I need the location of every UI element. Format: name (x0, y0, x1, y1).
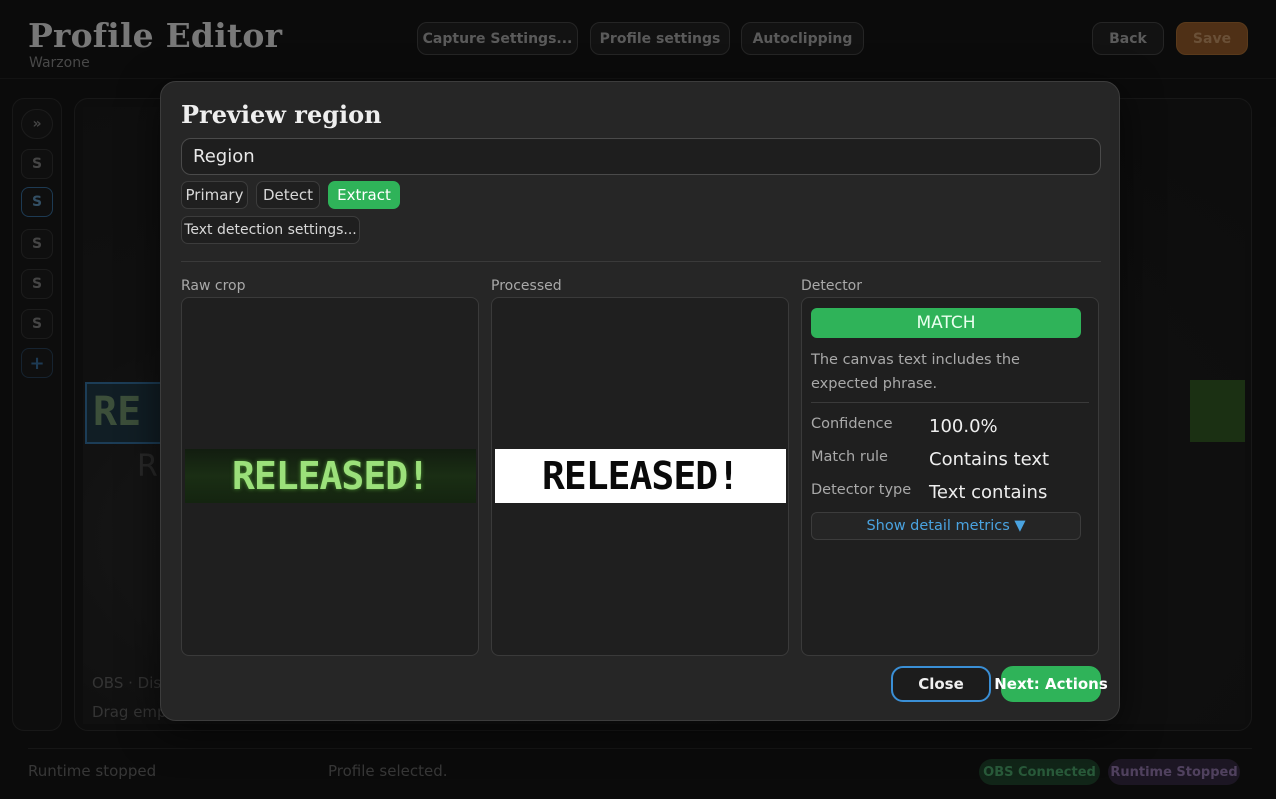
next-actions-button[interactable]: Next: Actions (994, 666, 1108, 702)
processed-image: RELEASED! (495, 449, 786, 503)
processed-label: Processed (491, 278, 562, 294)
show-detail-metrics-button[interactable]: Show detail metrics ▼ (811, 512, 1081, 540)
detector-type-label: Detector type (811, 482, 912, 498)
detector-description: The canvas text includes the expected ph… (811, 352, 1020, 392)
raw-crop-text: RELEASED! (232, 454, 430, 498)
tab-detect[interactable]: Detect (256, 181, 320, 209)
processed-text: RELEASED! (542, 454, 740, 498)
match-rule-label: Match rule (811, 449, 888, 465)
preview-region-dialog: Preview region Region Primary Detect Ext… (160, 81, 1120, 721)
dialog-title: Preview region (181, 100, 382, 129)
region-name-input[interactable]: Region (181, 138, 1101, 175)
confidence-label: Confidence (811, 416, 893, 432)
confidence-value: 100.0% (929, 416, 998, 437)
tab-primary[interactable]: Primary (181, 181, 248, 209)
detector-panel: MATCH The canvas text includes the expec… (801, 297, 1099, 656)
text-detection-settings-button[interactable]: Text detection settings... (181, 216, 360, 244)
match-rule-value: Contains text (929, 449, 1050, 470)
tab-extract[interactable]: Extract (328, 181, 400, 209)
raw-crop-label: Raw crop (181, 278, 246, 294)
match-result-badge: MATCH (811, 308, 1081, 338)
processed-panel: RELEASED! (491, 297, 789, 656)
raw-crop-panel: RELEASED! (181, 297, 479, 656)
detector-type-value: Text contains (929, 482, 1048, 503)
dialog-divider (181, 261, 1101, 262)
close-button[interactable]: Close (891, 666, 991, 702)
raw-crop-image: RELEASED! (185, 449, 476, 503)
detector-label: Detector (801, 278, 863, 294)
detector-divider (811, 402, 1089, 403)
